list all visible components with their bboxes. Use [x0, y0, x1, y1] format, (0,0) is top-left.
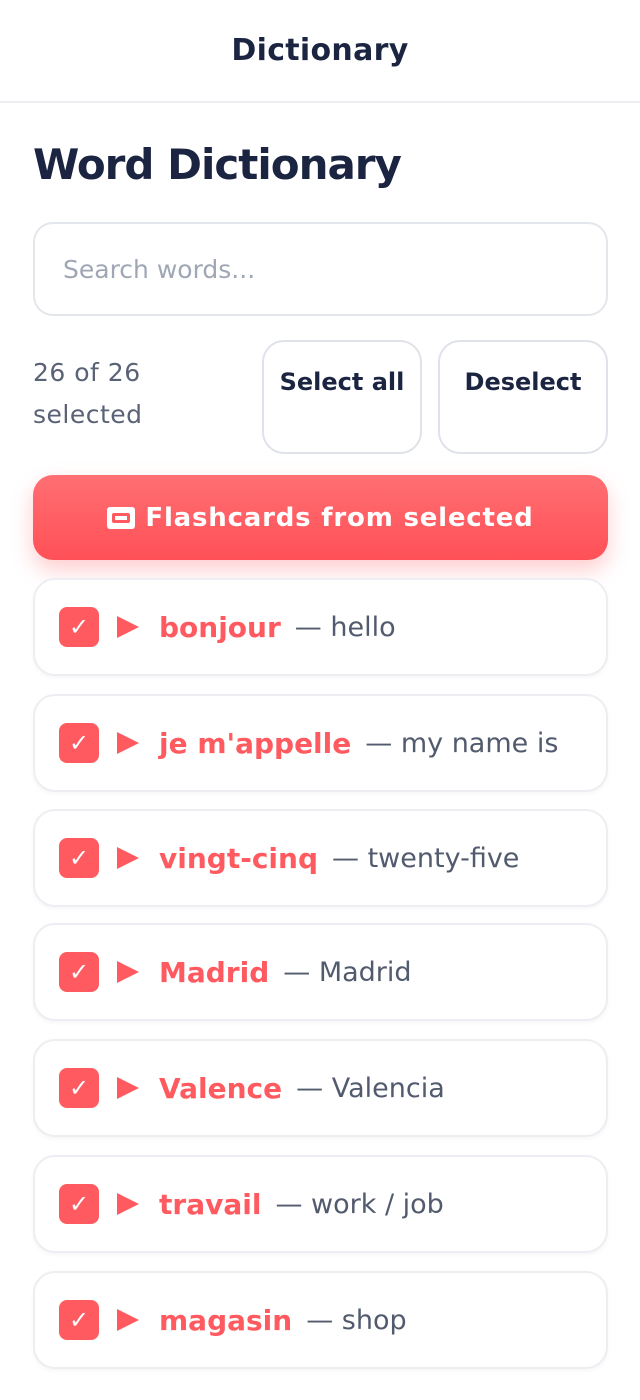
- flashcards-button-label: Flashcards from selected: [145, 502, 534, 533]
- word-meaning: — Madrid: [283, 956, 412, 988]
- word-item[interactable]: ✓ Valence — Valencia: [33, 1039, 608, 1137]
- word-term: bonjour: [159, 610, 281, 644]
- word-item[interactable]: ✓ travail — work / job: [33, 1155, 608, 1253]
- play-audio-icon[interactable]: [117, 1309, 139, 1331]
- word-checkbox[interactable]: ✓: [59, 723, 99, 763]
- selection-count: 26 of 26 selected: [33, 358, 143, 429]
- search-input[interactable]: [63, 254, 583, 284]
- deselect-button[interactable]: Deselect: [438, 340, 608, 454]
- play-audio-icon[interactable]: [117, 732, 139, 754]
- word-meaning: — my name is: [365, 727, 559, 759]
- word-item[interactable]: ✓ je m'appelle — my name is: [33, 694, 608, 792]
- header-title: Dictionary: [231, 33, 409, 68]
- word-checkbox[interactable]: ✓: [59, 952, 99, 992]
- word-meaning: — twenty-five: [332, 842, 520, 874]
- flashcard-icon: [107, 506, 136, 529]
- search-box[interactable]: [33, 222, 608, 316]
- word-checkbox[interactable]: ✓: [59, 1300, 99, 1340]
- word-term: Valence: [159, 1071, 283, 1105]
- flashcards-from-selected-button[interactable]: Flashcards from selected: [33, 475, 608, 560]
- play-audio-icon[interactable]: [117, 1077, 139, 1099]
- word-checkbox[interactable]: ✓: [59, 607, 99, 647]
- word-term: vingt-cinq: [159, 841, 319, 875]
- word-meaning: — shop: [306, 1304, 407, 1336]
- word-item[interactable]: ✓ Madrid — Madrid: [33, 923, 608, 1021]
- word-checkbox[interactable]: ✓: [59, 838, 99, 878]
- word-term: Madrid: [159, 955, 270, 989]
- play-audio-icon[interactable]: [117, 1193, 139, 1215]
- word-item[interactable]: ✓ bonjour — hello: [33, 578, 608, 676]
- word-checkbox[interactable]: ✓: [59, 1184, 99, 1224]
- word-meaning: — work / job: [275, 1188, 444, 1220]
- page-title: Word Dictionary: [33, 140, 402, 189]
- word-meaning: — hello: [294, 611, 396, 643]
- word-term: travail: [159, 1187, 262, 1221]
- word-term: je m'appelle: [159, 726, 352, 760]
- word-item[interactable]: ✓ vingt-cinq — twenty-five: [33, 809, 608, 907]
- play-audio-icon[interactable]: [117, 961, 139, 983]
- word-term: magasin: [159, 1303, 293, 1337]
- word-checkbox[interactable]: ✓: [59, 1068, 99, 1108]
- word-meaning: — Valencia: [296, 1072, 445, 1104]
- play-audio-icon[interactable]: [117, 847, 139, 869]
- play-audio-icon[interactable]: [117, 616, 139, 638]
- select-all-button[interactable]: Select all: [262, 340, 422, 454]
- word-item[interactable]: ✓ magasin — shop: [33, 1271, 608, 1369]
- top-bar: Dictionary: [0, 0, 640, 103]
